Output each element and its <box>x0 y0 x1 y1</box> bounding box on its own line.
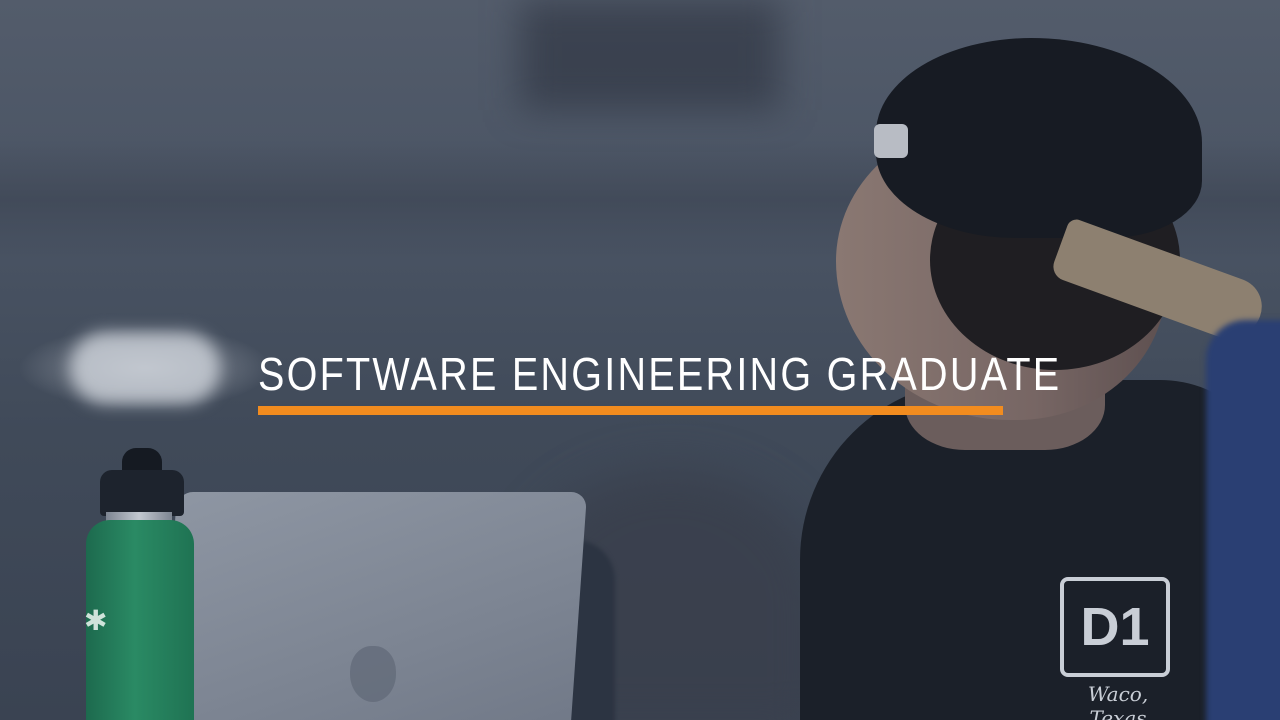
bottle-logo-icon: ✱ <box>84 604 108 637</box>
background-light <box>70 332 220 404</box>
title-text: SOFTWARE ENGINEERING GRADUATE <box>258 348 1062 400</box>
shirt-caption: Waco, Texas <box>1087 682 1149 720</box>
cap-strap <box>874 124 908 158</box>
title-overlay: SOFTWARE ENGINEERING GRADUATE <box>258 348 1062 415</box>
bottle-cap <box>100 470 184 516</box>
apple-logo-icon <box>350 646 396 702</box>
title-underline <box>258 406 1003 415</box>
baseball-cap <box>876 38 1202 238</box>
shirt-logo: D1 <box>1060 577 1170 677</box>
blue-jacket-edge <box>1206 320 1280 720</box>
background-photo: ✱ D1 Waco, Texas SOFTWARE ENGINEERING GR… <box>0 0 1280 720</box>
background-shadow <box>520 0 780 110</box>
